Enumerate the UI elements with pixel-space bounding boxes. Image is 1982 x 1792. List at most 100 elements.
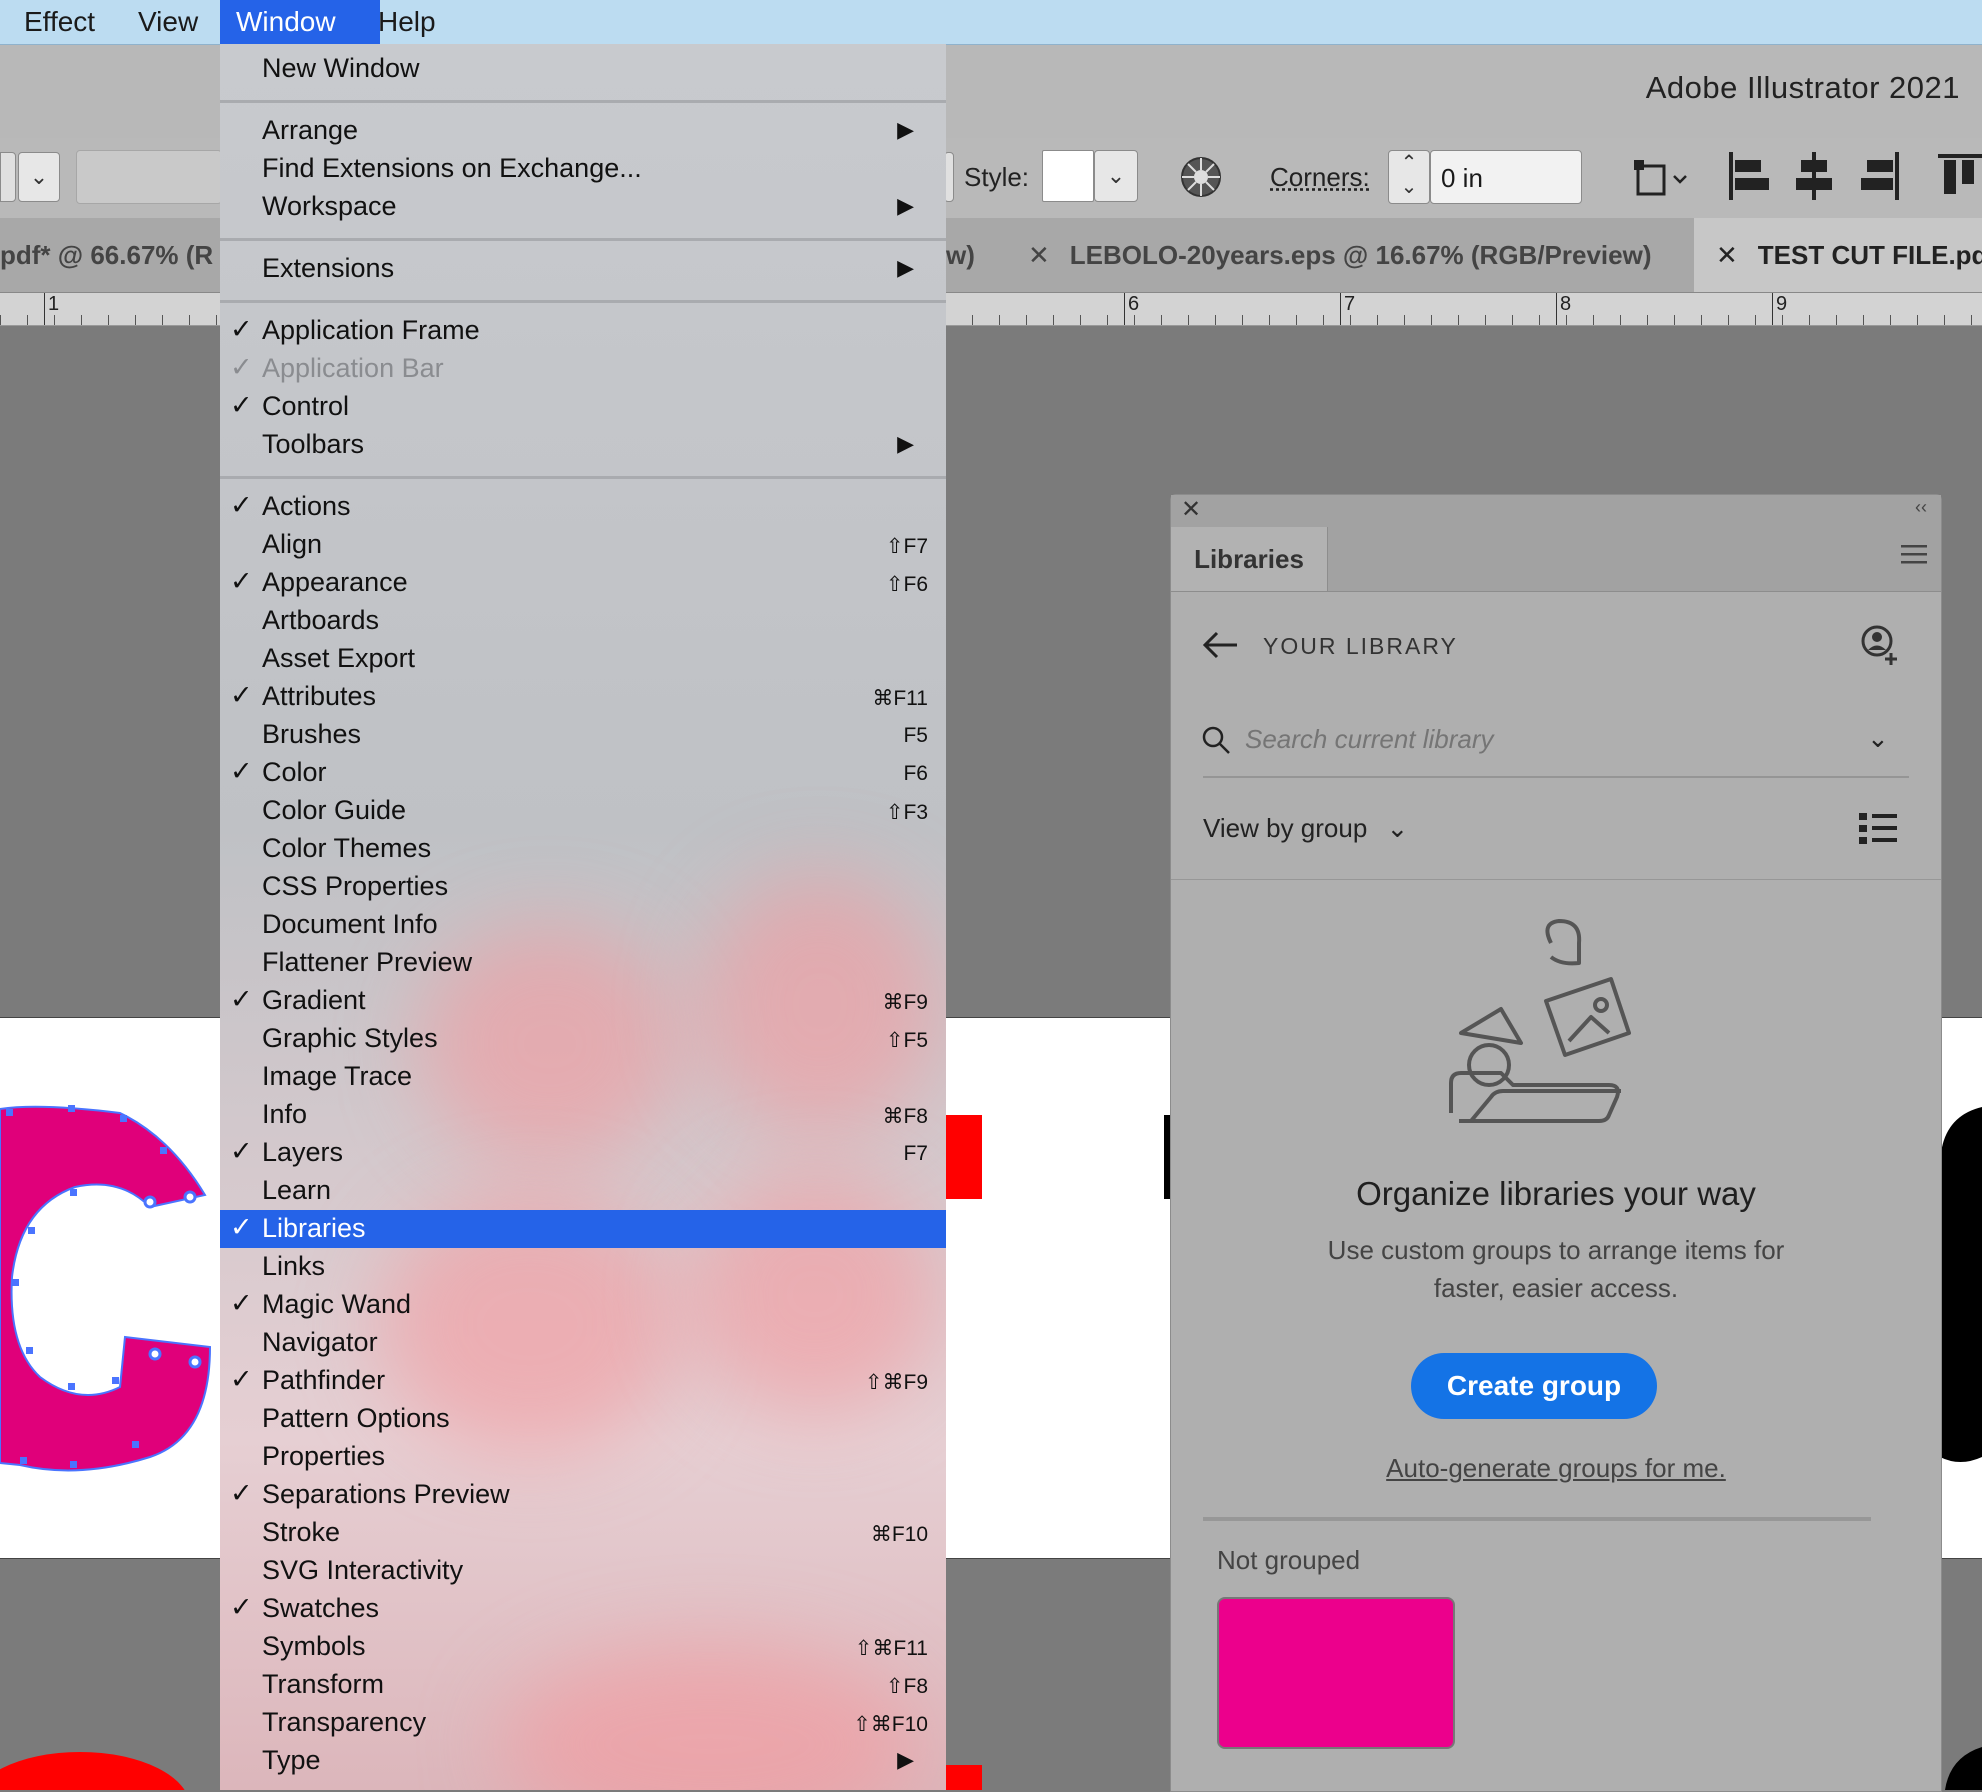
shortcut: ⇧F7: [885, 535, 928, 558]
chevron-up-down-icon: ⌃ ⌄: [1400, 152, 1418, 198]
menu-item-libraries[interactable]: ✓ Libraries: [220, 1210, 946, 1248]
corners-label[interactable]: Corners:: [1270, 162, 1370, 193]
menu-item-document-info[interactable]: Document Info: [220, 906, 946, 944]
menu-item-control[interactable]: ✓ Control: [220, 388, 946, 426]
tab-document-active[interactable]: ✕ TEST CUT FILE.pdf: [1694, 218, 1982, 292]
menu-item-symbols[interactable]: Symbols ⇧⌘F11: [220, 1628, 946, 1666]
tab-document-2[interactable]: w): [946, 218, 1007, 292]
window-menu-dropdown: New Window Arrange ▶ Find Extensions on E…: [220, 44, 946, 1790]
menu-item-arrange[interactable]: Arrange ▶: [220, 112, 946, 150]
stroke-dropdown[interactable]: ⌄: [18, 152, 60, 202]
tab-document-1[interactable]: pdf* @ 66.67% (R: [0, 218, 221, 292]
align-right-icon[interactable]: [1858, 150, 1902, 202]
menu-item-application-bar: ✓ Application Bar: [230, 352, 444, 383]
menu-help[interactable]: Help: [362, 0, 452, 44]
menu-item-gradient[interactable]: ✓ Gradient ⌘F9: [220, 982, 946, 1020]
menu-item-type[interactable]: Type ▶: [220, 1742, 946, 1780]
menu-item-new-window[interactable]: New Window: [220, 50, 946, 88]
menu-item-layers[interactable]: ✓ Layers F7: [220, 1134, 946, 1172]
menu-item-links[interactable]: Links: [220, 1248, 946, 1286]
menu-item-image-trace[interactable]: Image Trace: [220, 1058, 946, 1096]
menu-item-brushes[interactable]: Brushes F5: [220, 716, 946, 754]
collapse-icon[interactable]: ‹‹: [1915, 497, 1927, 518]
menu-item-transparency[interactable]: Transparency ⇧⌘F10: [220, 1704, 946, 1742]
menu-separator: [220, 476, 946, 479]
style-swatch[interactable]: [1042, 150, 1094, 202]
menu-item-svg-interactivity[interactable]: SVG Interactivity: [220, 1552, 946, 1590]
tab-libraries[interactable]: Libraries: [1171, 527, 1328, 591]
auto-generate-groups-link[interactable]: Auto-generate groups for me.: [1171, 1453, 1941, 1484]
menu-item-properties[interactable]: Properties: [220, 1438, 946, 1476]
checkmark-icon: ✓: [230, 1478, 253, 1508]
menu-item-extensions[interactable]: Extensions ▶: [220, 250, 946, 288]
menu-item-appearance[interactable]: ✓ Appearance ⇧F6: [220, 564, 946, 602]
stroke-swatch[interactable]: [0, 152, 16, 202]
menu-item-info[interactable]: Info ⌘F8: [220, 1096, 946, 1134]
shortcut: ⇧⌘F9: [864, 1371, 928, 1394]
corners-value: 0 in: [1441, 163, 1483, 193]
library-search-input[interactable]: [1243, 715, 1807, 763]
menu-effect[interactable]: Effect: [8, 0, 111, 44]
variable-width-field[interactable]: [76, 150, 222, 204]
ruler-number: 7: [1340, 293, 1355, 325]
menu-window[interactable]: Window: [220, 0, 380, 44]
back-arrow-icon[interactable]: [1201, 629, 1241, 661]
menu-item-application-frame[interactable]: ✓ Application Frame: [220, 312, 946, 350]
style-dropdown[interactable]: ⌄: [1094, 150, 1138, 202]
chevron-down-icon: ⌄: [29, 164, 49, 189]
tab-document-3[interactable]: ✕ LEBOLO-20years.eps @ 16.67% (RGB/Previe…: [1006, 218, 1695, 292]
panel-menu-icon[interactable]: [1901, 543, 1927, 565]
library-color-swatch[interactable]: [1217, 1597, 1455, 1749]
menu-item-css-properties[interactable]: CSS Properties: [220, 868, 946, 906]
menu-separator: [220, 238, 946, 241]
menu-item-attributes[interactable]: ✓ Attributes ⌘F11: [220, 678, 946, 716]
invite-people-icon[interactable]: [1857, 623, 1901, 667]
menu-item-color-guide[interactable]: Color Guide ⇧F3: [220, 792, 946, 830]
close-icon[interactable]: ✕: [1181, 495, 1201, 524]
view-by-group-dropdown[interactable]: View by group ⌄: [1203, 813, 1408, 844]
menu-separator: [220, 100, 946, 103]
create-group-button[interactable]: Create group: [1411, 1353, 1657, 1419]
menu-item-transform[interactable]: Transform ⇧F8: [220, 1666, 946, 1704]
close-icon[interactable]: ✕: [1716, 240, 1738, 270]
corners-field[interactable]: 0 in: [1430, 150, 1582, 204]
checkmark-icon: ✓: [230, 1136, 253, 1166]
menu-item-asset-export[interactable]: Asset Export: [220, 640, 946, 678]
menu-item-navigator[interactable]: Navigator: [220, 1324, 946, 1362]
close-icon[interactable]: ✕: [1028, 240, 1050, 270]
menu-item-actions[interactable]: ✓ Actions: [220, 488, 946, 526]
align-top-icon[interactable]: [1936, 150, 1982, 202]
chevron-down-icon: ⌄: [1867, 723, 1889, 753]
shortcut: ⇧F3: [885, 801, 928, 824]
menu-view[interactable]: View: [122, 0, 214, 44]
menu-item-magic-wand[interactable]: ✓ Magic Wand: [220, 1286, 946, 1324]
align-left-icon[interactable]: [1726, 150, 1770, 202]
menu-item-flattener-preview[interactable]: Flattener Preview: [220, 944, 946, 982]
corners-stepper[interactable]: ⌃ ⌄: [1388, 150, 1430, 204]
menu-item-graphic-styles[interactable]: Graphic Styles ⇧F5: [220, 1020, 946, 1058]
list-view-icon[interactable]: [1859, 811, 1897, 847]
not-grouped-label: Not grouped: [1217, 1545, 1361, 1575]
menu-item-find-extensions[interactable]: Find Extensions on Exchange...: [220, 150, 946, 188]
menu-item-workspace[interactable]: Workspace ▶: [220, 188, 946, 226]
search-scope-dropdown[interactable]: ⌄: [1867, 723, 1889, 754]
menu-item-pattern-options[interactable]: Pattern Options: [220, 1400, 946, 1438]
recolor-artwork-icon[interactable]: [1180, 156, 1222, 198]
menu-item-learn[interactable]: Learn: [220, 1172, 946, 1210]
transform-anchor-icon[interactable]: [1630, 152, 1690, 200]
menu-item-swatches[interactable]: ✓ Swatches: [220, 1590, 946, 1628]
menu-item-color[interactable]: ✓ Color F6: [220, 754, 946, 792]
checkmark-icon: ✓: [230, 1288, 253, 1318]
menu-item-pathfinder[interactable]: ✓ Pathfinder ⇧⌘F9: [220, 1362, 946, 1400]
search-underline: [1203, 776, 1909, 778]
menu-item-artboards[interactable]: Artboards: [220, 602, 946, 640]
menu-item-color-themes[interactable]: Color Themes: [220, 830, 946, 868]
align-horizontal-center-icon[interactable]: [1792, 150, 1836, 202]
menu-item-align[interactable]: Align ⇧F7: [220, 526, 946, 564]
menu-item-separations-preview[interactable]: ✓ Separations Preview: [220, 1476, 946, 1514]
empty-state-title: Organize libraries your way: [1356, 1175, 1756, 1212]
menu-item-stroke[interactable]: Stroke ⌘F10: [220, 1514, 946, 1552]
panel-title-bar[interactable]: ✕ ‹‹: [1171, 495, 1941, 528]
ruler-number: 9: [1772, 293, 1787, 325]
menu-item-toolbars[interactable]: Toolbars ▶: [220, 426, 946, 464]
